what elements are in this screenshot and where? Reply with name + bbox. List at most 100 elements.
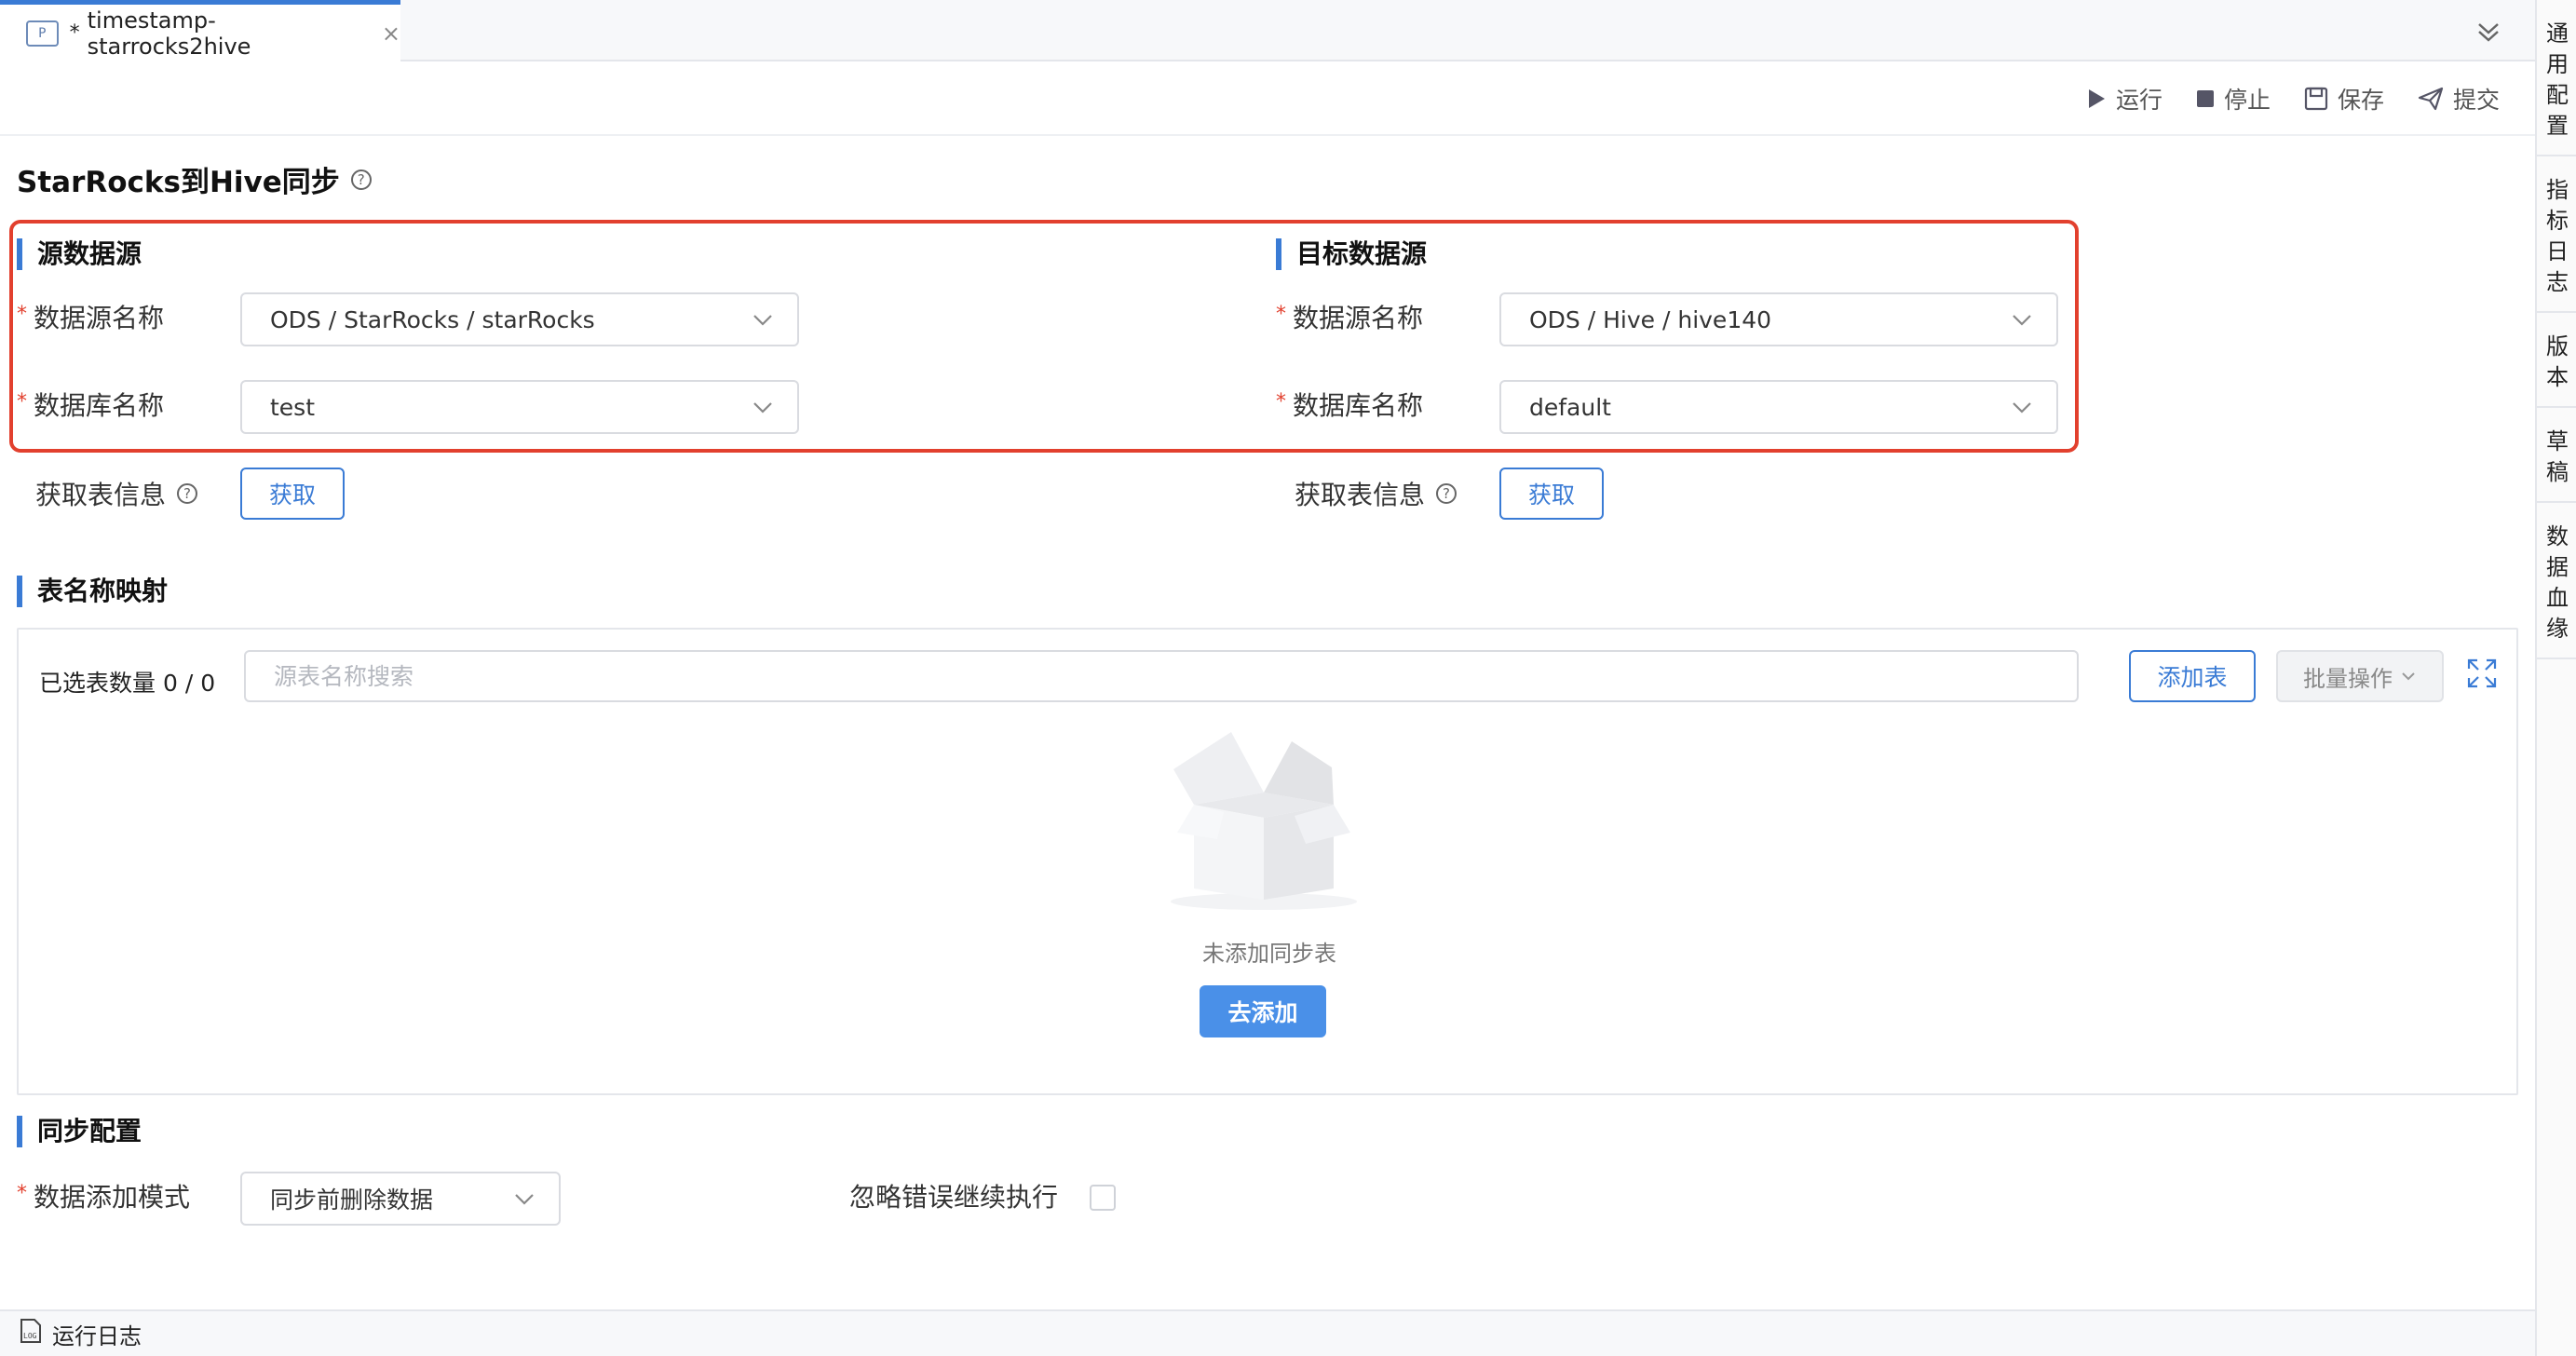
sidebar-char: 缘 <box>2546 616 2569 642</box>
target-ds-label-text: 数据源名称 <box>1293 303 1424 333</box>
run-label: 运行 <box>2115 87 2162 114</box>
fullscreen-icon[interactable] <box>2466 658 2498 693</box>
source-fetch-label: 获取表信息 ? <box>35 468 198 520</box>
file-icon: P <box>26 20 59 47</box>
submit-button[interactable]: 提交 <box>2418 82 2500 115</box>
target-fetch-button[interactable]: 获取 <box>1499 468 1604 520</box>
save-icon <box>2304 87 2328 111</box>
page-title-text: StarRocks到Hive同步 <box>17 166 340 199</box>
tab-timestamp-starrocks2hive[interactable]: P * timestamp-starrocks2hive × <box>0 0 400 61</box>
bottom-bar: LOG 运行日志 <box>0 1309 2535 1356</box>
batch-operation-button[interactable]: 批量操作 <box>2276 650 2444 702</box>
question-icon[interactable]: ? <box>350 169 372 190</box>
sidebar-item-version[interactable]: 版 本 <box>2537 313 2576 408</box>
target-database-value: default <box>1529 393 1611 421</box>
target-ds-label: * 数据源名称 <box>1276 292 1424 345</box>
stop-label: 停止 <box>2223 87 2271 114</box>
target-fetch-label-text: 获取表信息 <box>1295 480 1426 510</box>
log-icon: LOG <box>19 1318 43 1349</box>
table-mapping-panel: 已选表数量 0 / 0 添加表 批量操作 <box>17 628 2518 1095</box>
target-db-label: * 数据库名称 <box>1276 380 1424 432</box>
play-icon <box>2086 88 2107 110</box>
batch-operation-label: 批量操作 <box>2303 665 2393 692</box>
send-icon <box>2418 87 2444 111</box>
required-mark: * <box>1276 303 1286 326</box>
chevron-down-icon <box>2010 395 2034 425</box>
sidebar-char: 配 <box>2546 82 2569 108</box>
sync-section-heading: 同步配置 <box>17 1116 142 1147</box>
source-db-label: * 数据库名称 <box>17 380 164 432</box>
source-datasource-select[interactable]: ODS / StarRocks / starRocks <box>240 292 799 346</box>
ignore-error-checkbox[interactable] <box>1090 1185 1116 1211</box>
question-icon[interactable]: ? <box>177 483 198 504</box>
app-window: P * timestamp-starrocks2hive × 通 用 配 置 指… <box>0 0 2576 1356</box>
chevron-down-icon <box>512 1186 536 1216</box>
save-label: 保存 <box>2337 87 2384 114</box>
ignore-error-label: 忽略错误继续执行 <box>849 1182 1059 1213</box>
chevron-down-icon <box>751 395 775 425</box>
unsaved-mark: * <box>69 21 80 45</box>
tab-bar: P * timestamp-starrocks2hive × <box>0 0 2535 61</box>
chevron-down-icon <box>751 307 775 337</box>
required-mark: * <box>1276 390 1286 414</box>
toolbar: 运行 停止 保存 提交 <box>0 63 2535 136</box>
required-mark: * <box>17 1182 27 1205</box>
sidebar-char: 指 <box>2546 177 2569 203</box>
submit-label: 提交 <box>2452 87 2500 114</box>
sidebar-char: 志 <box>2546 269 2569 295</box>
sidebar-char: 版 <box>2546 333 2569 359</box>
stop-button[interactable]: 停止 <box>2196 82 2271 115</box>
sidebar-char: 通 <box>2546 20 2569 47</box>
source-database-select[interactable]: test <box>240 380 799 434</box>
sidebar-char: 数 <box>2546 523 2569 549</box>
target-section-heading: 目标数据源 <box>1276 238 1427 270</box>
go-add-button[interactable]: 去添加 <box>1200 985 1326 1037</box>
source-fetch-label-text: 获取表信息 <box>35 480 167 510</box>
sync-mode-value: 同步前删除数据 <box>270 1186 434 1214</box>
target-db-label-text: 数据库名称 <box>1293 390 1424 421</box>
sidebar-item-data-lineage[interactable]: 数 据 血 缘 <box>2537 503 2576 659</box>
close-icon[interactable]: × <box>382 20 400 47</box>
sidebar-item-metric-log[interactable]: 指 标 日 志 <box>2537 156 2576 313</box>
selected-count-label: 已选表数量 <box>39 670 156 697</box>
sidebar-char: 日 <box>2546 238 2569 264</box>
tab-title: timestamp-starrocks2hive <box>87 7 251 60</box>
sidebar-item-draft[interactable]: 草 稿 <box>2537 408 2576 503</box>
stop-icon <box>2196 89 2215 108</box>
source-table-search-input[interactable] <box>244 650 2079 702</box>
chevron-down-icon <box>2010 307 2034 337</box>
sidebar-item-general-config[interactable]: 通 用 配 置 <box>2537 0 2576 156</box>
sidebar-char: 用 <box>2546 51 2569 77</box>
target-datasource-select[interactable]: ODS / Hive / hive140 <box>1499 292 2058 346</box>
run-button[interactable]: 运行 <box>2086 82 2162 115</box>
sidebar-char: 草 <box>2546 428 2569 454</box>
selected-count-value: 0 / 0 <box>162 670 216 697</box>
source-section-heading: 源数据源 <box>17 238 142 270</box>
mapping-section-heading: 表名称映射 <box>17 576 168 607</box>
sync-mode-select[interactable]: 同步前删除数据 <box>240 1172 561 1226</box>
sidebar-char: 血 <box>2546 585 2569 611</box>
page-title: StarRocks到Hive同步 ? <box>17 158 372 200</box>
empty-state-text: 未添加同步表 <box>1202 941 1336 967</box>
sync-mode-label-text: 数据添加模式 <box>34 1182 191 1213</box>
source-fetch-button[interactable]: 获取 <box>240 468 345 520</box>
selected-count: 已选表数量 0 / 0 <box>39 665 215 698</box>
empty-box-illustration-icon <box>1166 723 1362 922</box>
question-icon[interactable]: ? <box>1436 483 1457 504</box>
right-sidebar: 通 用 配 置 指 标 日 志 版 本 草 稿 数 据 血 缘 <box>2535 0 2576 1356</box>
target-database-select[interactable]: default <box>1499 380 2058 434</box>
chevron-down-icon <box>2400 668 2417 685</box>
sync-mode-label: * 数据添加模式 <box>17 1172 191 1224</box>
chevron-double-down-icon[interactable] <box>2470 13 2507 50</box>
required-mark: * <box>17 390 27 414</box>
source-database-value: test <box>270 393 316 421</box>
sidebar-char: 置 <box>2546 113 2569 139</box>
target-datasource-value: ODS / Hive / hive140 <box>1529 305 1772 333</box>
sidebar-char: 稿 <box>2546 459 2569 485</box>
add-table-button[interactable]: 添加表 <box>2129 650 2256 702</box>
sidebar-char: 本 <box>2546 364 2569 390</box>
source-ds-label: * 数据源名称 <box>17 292 165 345</box>
run-log-tab[interactable]: 运行日志 <box>52 1318 142 1350</box>
save-button[interactable]: 保存 <box>2304 82 2384 115</box>
source-ds-label-text: 数据源名称 <box>34 303 165 333</box>
